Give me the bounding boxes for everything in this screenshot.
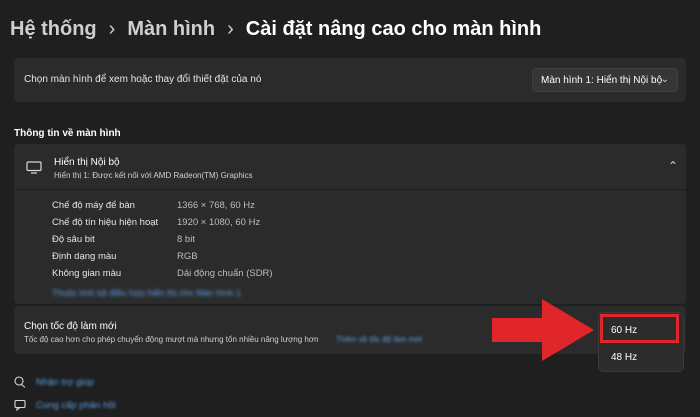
property-label: Độ sâu bit <box>52 234 95 245</box>
breadcrumb-display[interactable]: Màn hình <box>127 18 215 41</box>
property-label: Chế độ tín hiệu hiện hoạt <box>52 217 159 228</box>
refresh-rate-title: Chọn tốc độ làm mới <box>24 321 117 332</box>
display-info-subtitle: Hiển thị 1: Được kết nối với AMD Radeon(… <box>54 171 253 180</box>
breadcrumb: Hệ thống › Màn hình › Cài đặt nâng cao c… <box>10 18 541 41</box>
property-row: Độ sâu bit 8 bit <box>52 234 273 251</box>
property-value: 8 bit <box>177 234 195 245</box>
display-select-label: Chọn màn hình để xem hoặc thay đổi thiết… <box>24 74 262 85</box>
property-label: Chế độ máy để bàn <box>52 200 135 211</box>
refresh-rate-description: Tốc độ cao hơn cho phép chuyển động mượt… <box>24 335 319 344</box>
chevron-up-icon[interactable]: ⌃ <box>668 159 678 173</box>
feedback-link[interactable]: Cung cấp phản hồi <box>14 399 116 411</box>
display-info-title: Hiển thị Nội bộ <box>54 157 120 168</box>
display-select-value: Màn hình 1: Hiển thị Nội bộ <box>541 75 663 86</box>
property-label: Định dạng màu <box>52 251 117 262</box>
display-info-card: Hiển thị Nội bộ Hiển thị 1: Được kết nối… <box>14 144 686 304</box>
refresh-rate-option-48[interactable]: 48 Hz <box>599 344 683 370</box>
breadcrumb-separator: › <box>108 18 116 40</box>
help-link[interactable]: Nhận trợ giúp <box>14 376 94 388</box>
property-row: Định dạng màu RGB <box>52 251 273 268</box>
property-row: Không gian màu Dải động chuẩn (SDR) <box>52 268 273 285</box>
highlight-box-annotation <box>600 314 679 343</box>
property-value: 1920 × 1080, 60 Hz <box>177 217 261 228</box>
page-title: Cài đặt nâng cao cho màn hình <box>245 18 542 40</box>
property-value: RGB <box>177 251 198 262</box>
feedback-link-text: Cung cấp phản hồi <box>36 399 116 411</box>
display-select-card: Chọn màn hình để xem hoặc thay đổi thiết… <box>14 58 686 102</box>
breadcrumb-system[interactable]: Hệ thống <box>10 18 97 41</box>
property-label: Không gian màu <box>52 268 122 279</box>
display-select-dropdown[interactable]: Màn hình 1: Hiển thị Nội bộ ⌄ <box>532 68 678 92</box>
property-value: 1366 × 768, 60 Hz <box>177 200 255 211</box>
section-title: Thông tin về màn hình <box>14 128 121 139</box>
chevron-down-icon: ⌄ <box>660 74 669 85</box>
breadcrumb-separator: › <box>227 18 234 40</box>
property-row: Chế độ máy để bàn 1366 × 768, 60 Hz <box>52 200 273 217</box>
property-value: Dải động chuẩn (SDR) <box>177 268 273 279</box>
feedback-icon <box>14 399 26 411</box>
property-row: Chế độ tín hiệu hiện hoạt 1920 × 1080, 6… <box>52 217 273 234</box>
refresh-rate-learn-link[interactable]: Thêm về tốc độ làm mới <box>336 335 422 344</box>
monitor-icon <box>26 161 42 174</box>
display-properties: Chế độ máy để bàn 1366 × 768, 60 Hz Chế … <box>52 200 273 285</box>
adapter-properties-link[interactable]: Thuộc tính bộ điều hợp hiển thị cho Màn … <box>52 288 241 298</box>
red-arrow-annotation <box>492 299 594 361</box>
help-link-text: Nhận trợ giúp <box>36 376 94 388</box>
help-icon <box>14 376 26 388</box>
display-info-header[interactable]: Hiển thị Nội bộ Hiển thị 1: Được kết nối… <box>14 144 686 190</box>
